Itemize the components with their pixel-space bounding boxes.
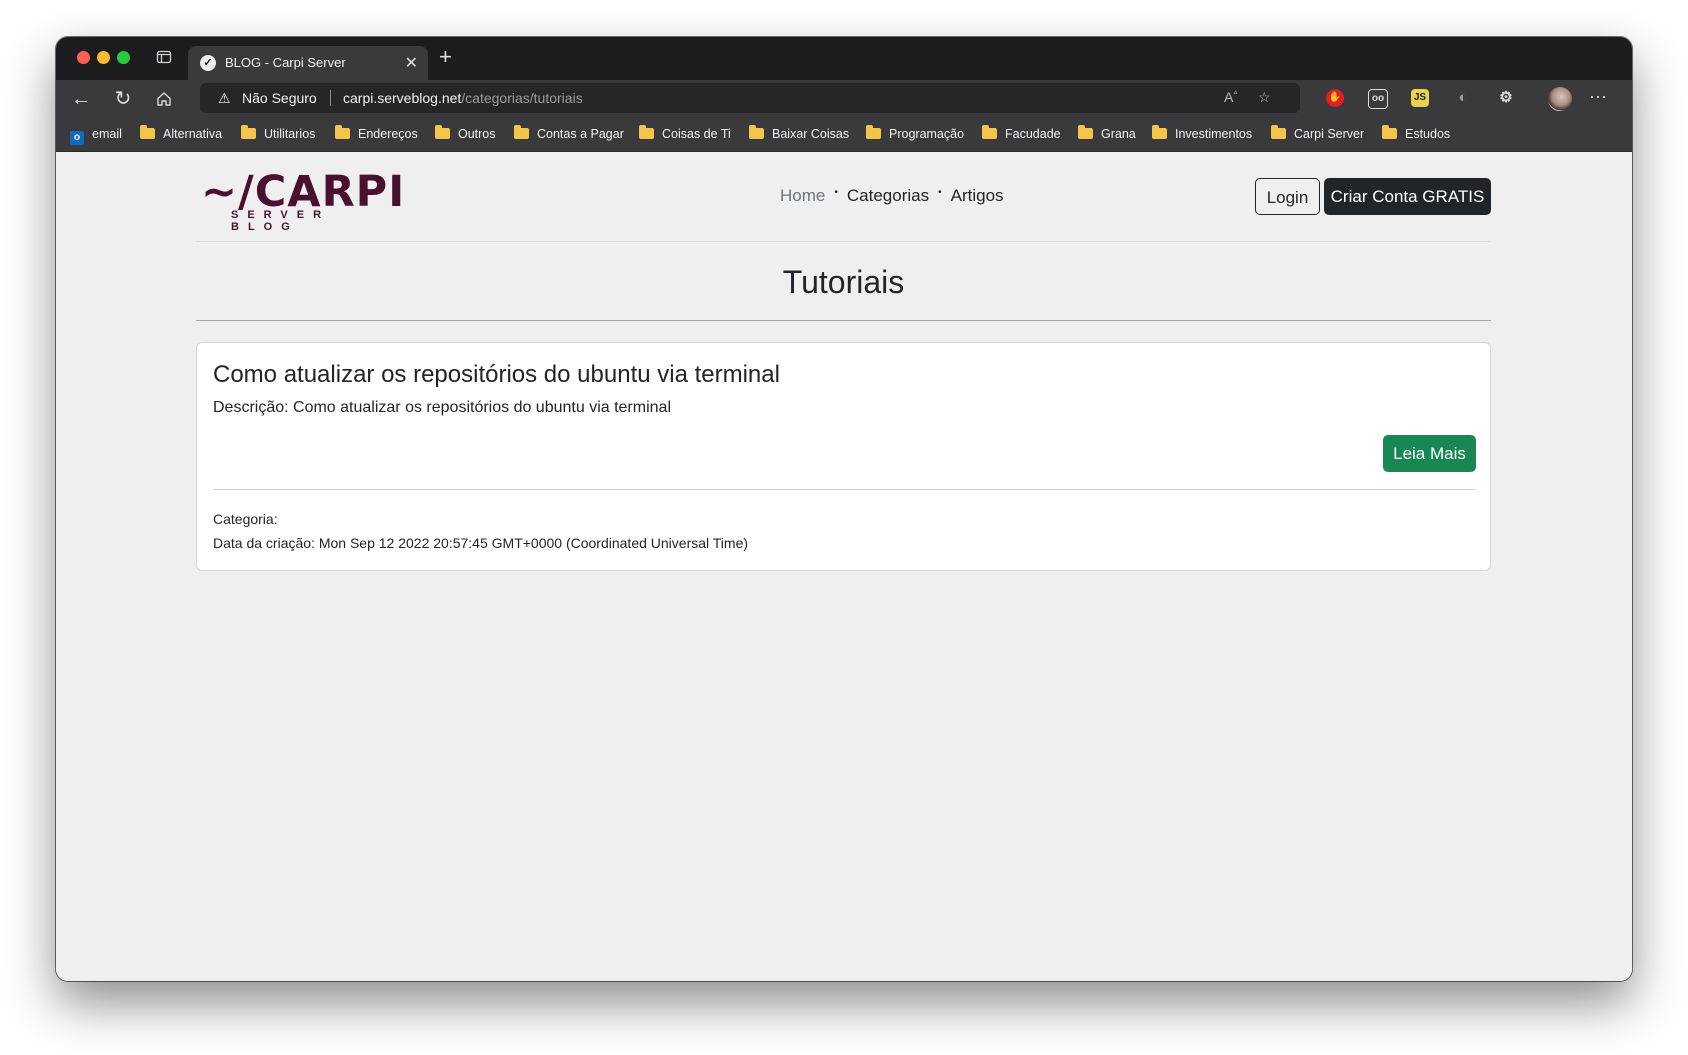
site-favicon-icon: ✓ (200, 55, 216, 71)
folder-icon (982, 125, 997, 139)
bookmark-investimentos[interactable]: Investimentos (1152, 125, 1253, 141)
outlook-icon: o (70, 131, 84, 145)
url-path: /categorias/tutoriais (461, 90, 583, 106)
browser-window: ✓ BLOG - Carpi Server ✕ + ← ↻ ⚠ Não Segu… (56, 37, 1632, 981)
extension-js-icon[interactable]: JS (1411, 89, 1429, 107)
nav-separator: • (834, 187, 838, 198)
browser-toolbar: ← ↻ ⚠ Não Seguro carpi.serveblog.net/cat… (56, 80, 1632, 120)
read-more-button[interactable]: Leia Mais (1383, 435, 1476, 472)
bookmark-enderecos[interactable]: Endereços (335, 125, 418, 141)
card-divider (213, 489, 1476, 490)
folder-icon (241, 125, 256, 139)
address-bar[interactable]: ⚠ Não Seguro carpi.serveblog.net/categor… (200, 83, 1300, 113)
address-separator (330, 90, 331, 106)
folder-icon (140, 125, 155, 139)
post-created-date: Data da criação: Mon Sep 12 2022 20:57:4… (213, 535, 749, 551)
nav-separator: • (938, 187, 942, 198)
extensions-puzzle-icon[interactable]: ⚙ (1497, 89, 1515, 107)
home-icon[interactable] (151, 86, 177, 112)
page-content: ~/CARPI SERVER BLOG Home • Categorias • Arti… (56, 152, 1632, 981)
extension-circle-icon[interactable]: ◐ (1454, 89, 1472, 107)
bookmark-label: Outros (458, 127, 496, 141)
back-icon[interactable]: ← (68, 86, 94, 112)
tab-close-icon[interactable]: ✕ (405, 53, 418, 73)
reload-icon[interactable]: ↻ (110, 86, 136, 112)
nav-categories-link[interactable]: Categorias (847, 186, 929, 205)
bookmark-outros[interactable]: Outros (435, 125, 496, 141)
minimize-window-button[interactable] (97, 51, 110, 64)
bookmark-email[interactable]: o email (70, 127, 122, 145)
extension-hand-icon[interactable]: ✋ (1326, 89, 1344, 107)
site-logo[interactable]: ~/CARPI SERVER BLOG (201, 167, 404, 233)
folder-icon (1382, 125, 1397, 139)
logo-subtitle: SERVER BLOG (231, 209, 331, 233)
signup-button[interactable]: Criar Conta GRATIS (1324, 178, 1491, 215)
bookmark-estudos[interactable]: Estudos (1382, 125, 1451, 141)
bookmark-label: Carpi Server (1294, 127, 1365, 141)
url-text[interactable]: carpi.serveblog.net/categorias/tutoriais (343, 90, 583, 106)
bookmark-label: Estudos (1405, 127, 1451, 141)
security-label[interactable]: Não Seguro (242, 90, 317, 106)
bookmark-label: Endereços (358, 127, 418, 141)
warning-icon: ⚠ (218, 90, 231, 106)
title-divider (196, 320, 1491, 321)
more-options-icon[interactable]: ··· (1589, 86, 1607, 107)
bookmark-baixar-coisas[interactable]: Baixar Coisas (749, 125, 850, 141)
add-favorite-icon[interactable]: ☆ (1258, 89, 1271, 106)
bookmark-label: Grana (1101, 127, 1136, 141)
header-divider (196, 241, 1491, 242)
login-button[interactable]: Login (1255, 178, 1320, 215)
bookmark-label: Baixar Coisas (772, 127, 850, 141)
bookmark-label: Contas a Pagar (537, 127, 624, 141)
bookmark-label: Facudade (1005, 127, 1061, 141)
tab-bar: ✓ BLOG - Carpi Server ✕ + (56, 37, 1632, 80)
read-aloud-icon[interactable]: Aᐞ (1224, 89, 1238, 105)
bookmark-facudade[interactable]: Facudade (982, 125, 1061, 141)
new-tab-icon[interactable]: + (439, 45, 452, 69)
profile-avatar[interactable] (1548, 87, 1572, 111)
tab-actions-icon[interactable] (156, 49, 174, 67)
main-nav: Home • Categorias • Artigos (780, 186, 1004, 206)
url-host: carpi.serveblog.net (343, 90, 462, 106)
tab-active[interactable]: ✓ BLOG - Carpi Server ✕ (188, 46, 428, 80)
post-card: Como atualizar os repositórios do ubuntu… (196, 342, 1491, 571)
tab-title: BLOG - Carpi Server (225, 55, 346, 70)
folder-icon (639, 125, 654, 139)
bookmark-label: Alternativa (163, 127, 223, 141)
bookmark-carpi-server[interactable]: Carpi Server (1271, 125, 1365, 141)
nav-home-link[interactable]: Home (780, 186, 825, 205)
close-window-button[interactable] (77, 51, 90, 64)
post-description: Descrição: Como atualizar os repositório… (213, 399, 671, 416)
bookmark-programacao[interactable]: Programação (866, 125, 965, 141)
extension-glasses-icon[interactable]: oo (1368, 89, 1388, 109)
bookmarks-bar: o email Alternativa Utilitarios Endereços… (56, 120, 1632, 152)
bookmark-label: email (92, 127, 122, 141)
folder-icon (1152, 125, 1167, 139)
bookmark-coisas-de-ti[interactable]: Coisas de Ti (639, 125, 731, 141)
bookmark-label: Coisas de Ti (662, 127, 731, 141)
nav-articles-link[interactable]: Artigos (951, 186, 1004, 205)
folder-icon (866, 125, 881, 139)
post-category: Categoria: (213, 511, 278, 527)
folder-icon (435, 125, 450, 139)
bookmark-label: Programação (889, 127, 965, 141)
page-title: Tutoriais (782, 264, 905, 300)
bookmark-grana[interactable]: Grana (1078, 125, 1136, 141)
folder-icon (749, 125, 764, 139)
bookmark-alternativa[interactable]: Alternativa (140, 125, 223, 141)
bookmark-utilitarios[interactable]: Utilitarios (241, 125, 316, 141)
bookmark-label: Utilitarios (264, 127, 316, 141)
folder-icon (1078, 125, 1093, 139)
maximize-window-button[interactable] (117, 51, 130, 64)
bookmark-contas-a-pagar[interactable]: Contas a Pagar (514, 125, 624, 141)
bookmark-label: Investimentos (1175, 127, 1253, 141)
folder-icon (335, 125, 350, 139)
post-title: Como atualizar os repositórios do ubuntu… (213, 361, 780, 388)
folder-icon (514, 125, 529, 139)
folder-icon (1271, 125, 1286, 139)
